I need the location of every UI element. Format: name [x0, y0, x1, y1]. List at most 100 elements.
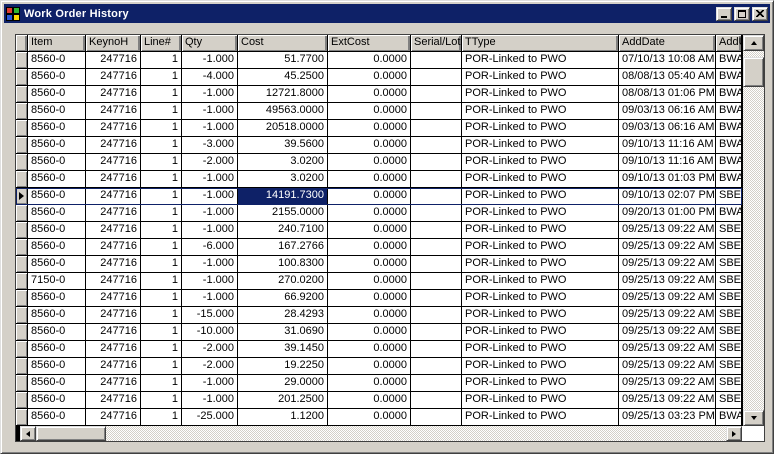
- grid-cell[interactable]: -1.000: [182, 256, 238, 273]
- grid-cell[interactable]: 0.0000: [328, 188, 411, 205]
- grid-cell[interactable]: 247716: [86, 324, 141, 341]
- grid-cell[interactable]: 247716: [86, 137, 141, 154]
- grid-cell[interactable]: 0.0000: [328, 103, 411, 120]
- grid-cell[interactable]: 1: [141, 239, 182, 256]
- row-selector[interactable]: [16, 120, 28, 137]
- grid-cell[interactable]: [411, 137, 462, 154]
- grid-cell[interactable]: POR-Linked to PWO: [462, 86, 619, 103]
- grid-cell[interactable]: 0.0000: [328, 69, 411, 86]
- grid-cell[interactable]: 0.0000: [328, 256, 411, 273]
- grid-cell[interactable]: 8560-0: [28, 222, 86, 239]
- grid-cell[interactable]: 09/25/13 09:22 AM: [619, 239, 716, 256]
- grid-cell[interactable]: 240.7100: [238, 222, 328, 239]
- grid-cell[interactable]: BWA: [716, 154, 742, 171]
- grid-cell[interactable]: 1: [141, 324, 182, 341]
- grid-cell[interactable]: 1.1200: [238, 409, 328, 426]
- row-selector[interactable]: [16, 52, 28, 69]
- grid-cell[interactable]: 247716: [86, 239, 141, 256]
- grid-cell[interactable]: 09/25/13 09:22 AM: [619, 307, 716, 324]
- grid-cell[interactable]: 09/25/13 09:22 AM: [619, 222, 716, 239]
- grid-cell[interactable]: POR-Linked to PWO: [462, 52, 619, 69]
- grid-cell[interactable]: POR-Linked to PWO: [462, 324, 619, 341]
- grid-cell[interactable]: 09/25/13 09:22 AM: [619, 256, 716, 273]
- grid-cell[interactable]: 247716: [86, 188, 141, 205]
- grid-cell[interactable]: 29.0000: [238, 375, 328, 392]
- column-header-ttype[interactable]: TType: [462, 35, 619, 52]
- grid-cell[interactable]: 1: [141, 290, 182, 307]
- grid-cell[interactable]: 08/08/13 01:06 PM: [619, 86, 716, 103]
- grid-cell[interactable]: 247716: [86, 290, 141, 307]
- grid-cell[interactable]: 0.0000: [328, 120, 411, 137]
- grid-cell[interactable]: [411, 154, 462, 171]
- grid-cell[interactable]: 247716: [86, 222, 141, 239]
- grid-cell[interactable]: 12721.8000: [238, 86, 328, 103]
- grid-cell[interactable]: 8560-0: [28, 52, 86, 69]
- grid-cell[interactable]: SBEK: [716, 375, 742, 392]
- grid-cell[interactable]: BWA: [716, 69, 742, 86]
- grid-cell[interactable]: SBEK: [716, 239, 742, 256]
- grid-cell[interactable]: [411, 273, 462, 290]
- grid-cell[interactable]: [411, 205, 462, 222]
- grid-cell[interactable]: SBEK: [716, 358, 742, 375]
- grid-cell[interactable]: 09/10/13 11:16 AM: [619, 137, 716, 154]
- grid-cell[interactable]: 8560-0: [28, 103, 86, 120]
- grid-cell[interactable]: POR-Linked to PWO: [462, 409, 619, 426]
- grid-cell[interactable]: 14191.7300: [238, 188, 328, 205]
- grid-cell[interactable]: 0.0000: [328, 307, 411, 324]
- grid-cell[interactable]: 247716: [86, 358, 141, 375]
- grid-cell[interactable]: POR-Linked to PWO: [462, 120, 619, 137]
- row-selector[interactable]: [16, 205, 28, 222]
- grid-cell[interactable]: 247716: [86, 86, 141, 103]
- grid-cell[interactable]: SBEK: [716, 307, 742, 324]
- grid-cell[interactable]: 49563.0000: [238, 103, 328, 120]
- grid-cell[interactable]: 09/10/13 02:07 PM: [619, 188, 716, 205]
- grid-cell[interactable]: 0.0000: [328, 324, 411, 341]
- grid-cell[interactable]: 8560-0: [28, 307, 86, 324]
- grid-cell[interactable]: 1: [141, 103, 182, 120]
- grid-cell[interactable]: 247716: [86, 375, 141, 392]
- grid-cell[interactable]: [411, 222, 462, 239]
- grid-cell[interactable]: 247716: [86, 120, 141, 137]
- grid-cell[interactable]: 1: [141, 137, 182, 154]
- grid-cell[interactable]: 270.0200: [238, 273, 328, 290]
- grid-cell[interactable]: 247716: [86, 341, 141, 358]
- grid-cell[interactable]: POR-Linked to PWO: [462, 392, 619, 409]
- grid-cell[interactable]: 1: [141, 188, 182, 205]
- grid-cell[interactable]: POR-Linked to PWO: [462, 103, 619, 120]
- row-selector[interactable]: [16, 392, 28, 409]
- grid-cell[interactable]: 8560-0: [28, 86, 86, 103]
- grid-cell[interactable]: 3.0200: [238, 154, 328, 171]
- grid-cell[interactable]: 09/25/13 09:22 AM: [619, 273, 716, 290]
- grid-cell[interactable]: 201.2500: [238, 392, 328, 409]
- grid-cell[interactable]: -2.000: [182, 341, 238, 358]
- grid-cell[interactable]: 1: [141, 86, 182, 103]
- row-selector[interactable]: [16, 375, 28, 392]
- grid-cell[interactable]: POR-Linked to PWO: [462, 154, 619, 171]
- grid-cell[interactable]: [411, 358, 462, 375]
- grid-cell[interactable]: 39.5600: [238, 137, 328, 154]
- grid-cell[interactable]: 0.0000: [328, 375, 411, 392]
- grid-cell[interactable]: 0.0000: [328, 52, 411, 69]
- horizontal-scrollbar-thumb[interactable]: [36, 426, 106, 441]
- grid-cell[interactable]: 247716: [86, 307, 141, 324]
- row-selector[interactable]: [16, 222, 28, 239]
- column-header-cost[interactable]: Cost: [238, 35, 328, 52]
- grid-cell[interactable]: 3.0200: [238, 171, 328, 188]
- grid-cell[interactable]: 8560-0: [28, 341, 86, 358]
- app-icon[interactable]: [6, 7, 20, 21]
- grid-cell[interactable]: 247716: [86, 256, 141, 273]
- grid-cell[interactable]: 8560-0: [28, 205, 86, 222]
- grid-cell[interactable]: 247716: [86, 205, 141, 222]
- grid-cell[interactable]: 0.0000: [328, 239, 411, 256]
- row-selector[interactable]: [16, 256, 28, 273]
- grid-cell[interactable]: 09/25/13 09:22 AM: [619, 341, 716, 358]
- scroll-up-button[interactable]: [743, 35, 764, 51]
- grid-cell[interactable]: 1: [141, 273, 182, 290]
- grid-cell[interactable]: POR-Linked to PWO: [462, 256, 619, 273]
- grid-cell[interactable]: -2.000: [182, 358, 238, 375]
- grid-cell[interactable]: 09/10/13 11:16 AM: [619, 154, 716, 171]
- grid-cell[interactable]: 1: [141, 358, 182, 375]
- scroll-down-button[interactable]: [743, 410, 764, 426]
- grid-cell[interactable]: [411, 171, 462, 188]
- grid-cell[interactable]: -2.000: [182, 154, 238, 171]
